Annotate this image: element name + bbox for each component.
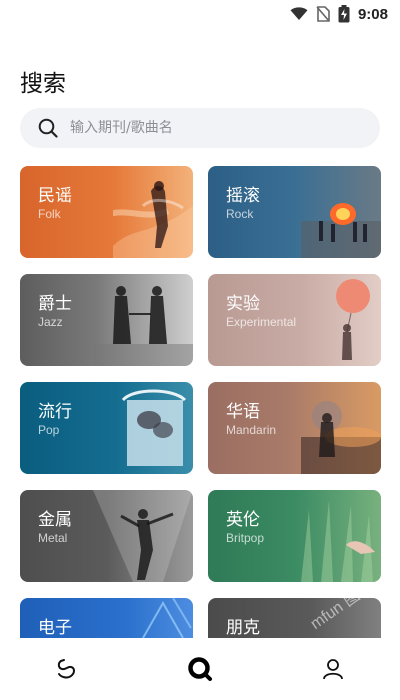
britpop-cover-art [301,500,375,582]
bottom-tab-bar [0,638,400,700]
genre-title: 电子 [38,618,72,638]
genre-card-folk[interactable]: 民谣 Folk [20,166,193,258]
genre-subtitle: Britpop [226,531,265,545]
genre-subtitle: Pop [38,423,60,437]
genre-title: 朋克 [226,618,260,638]
search-icon [188,657,212,681]
tab-home[interactable] [37,644,97,694]
genre-subtitle: Jazz [38,315,63,329]
tab-profile[interactable] [303,644,363,694]
electronic-cover-art [142,598,192,638]
genre-title: 华语 [226,402,260,422]
genre-subtitle: Experimental [226,315,297,329]
genre-title: 实验 [226,294,260,314]
genre-card-rock[interactable]: 摇滚 Rock [208,166,381,258]
mandarin-cover-art [301,401,381,474]
genre-title: 英伦 [226,510,260,530]
genre-card-britpop[interactable]: 英伦 Britpop [208,490,381,582]
genre-title: 摇滚 [226,186,260,206]
genre-card-jazz[interactable]: 爵士 Jazz [20,274,193,366]
profile-icon [323,659,344,680]
genre-title: 金属 [38,510,72,530]
genre-card-experimental[interactable]: 实验 Experimental [208,274,381,366]
experimental-cover-art [336,279,370,360]
genre-grid: 民谣 Folk 摇滚 Rock 爵士 Jazz 实验 Experimental … [0,0,400,638]
genre-card-electronic[interactable]: 电子 [20,598,193,638]
genre-card-pop[interactable]: 流行 Pop [20,382,193,474]
genre-subtitle: Folk [38,207,61,221]
genre-title: 民谣 [38,186,72,206]
genre-subtitle: Mandarin [226,423,277,437]
pop-cover-art [121,389,187,466]
jazz-cover-art [93,286,193,366]
genre-subtitle: Metal [38,531,68,545]
genre-title: 爵士 [38,294,72,314]
genre-card-mandarin[interactable]: 华语 Mandarin [208,382,381,474]
genre-title: 流行 [38,402,72,422]
swan-logo-icon [57,659,75,679]
genre-card-metal[interactable]: 金属 Metal [20,490,193,582]
metal-cover-art [93,490,193,582]
rock-cover-art [301,203,381,258]
genre-subtitle: Rock [226,207,254,221]
tab-search[interactable] [170,644,230,694]
folk-cover-art [113,181,193,258]
